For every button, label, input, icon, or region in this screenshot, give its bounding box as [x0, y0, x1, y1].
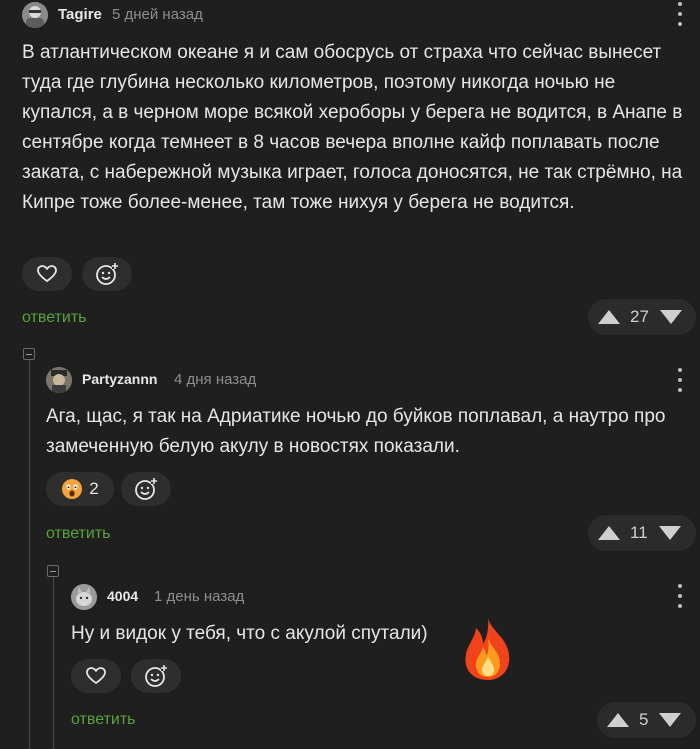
- heart-icon: [37, 265, 57, 283]
- collapse-thread-button[interactable]: [47, 565, 59, 577]
- downvote-arrow-icon[interactable]: [659, 309, 683, 325]
- thread-line: [53, 572, 54, 749]
- reaction-button[interactable]: [22, 257, 72, 291]
- add-reaction-button[interactable]: [82, 257, 132, 291]
- rating-control: 5: [597, 702, 696, 738]
- comment-time: 5 дней назад: [112, 6, 203, 23]
- add-emoji-icon: [96, 263, 118, 285]
- rating-value: 27: [630, 307, 649, 326]
- comment-time: 4 дня назад: [174, 371, 257, 388]
- comment-text: В атлантическом океане я и сам обосрусь …: [22, 42, 683, 213]
- reply-link[interactable]: ответить: [22, 309, 87, 327]
- reply-link[interactable]: ответить: [46, 525, 111, 543]
- rating-value: 11: [630, 523, 648, 542]
- more-options-icon[interactable]: [677, 584, 683, 608]
- fire-emoji-icon: [465, 618, 510, 680]
- thread-line: [29, 356, 30, 749]
- avatar[interactable]: [22, 2, 48, 28]
- avatar[interactable]: [71, 584, 97, 610]
- downvote-arrow-icon[interactable]: [658, 525, 682, 541]
- rating-value: 5: [639, 710, 649, 729]
- more-options-icon[interactable]: [677, 368, 683, 392]
- comment-text: Ага, щас, я так на Адриатике ночью до бу…: [46, 406, 666, 457]
- add-reaction-button[interactable]: [121, 472, 171, 506]
- add-reaction-button[interactable]: [131, 659, 181, 693]
- rating-control: 11: [588, 515, 696, 551]
- scared-face-icon: [62, 479, 83, 499]
- more-options-icon[interactable]: [677, 2, 683, 26]
- rating-control: 27: [588, 299, 696, 335]
- comment-time: 1 день назад: [154, 588, 245, 605]
- upvote-arrow-icon[interactable]: [597, 525, 621, 541]
- add-emoji-icon: [135, 478, 157, 500]
- add-emoji-icon: [145, 665, 167, 687]
- comment-author[interactable]: Partyzannn: [82, 371, 157, 387]
- comment-author[interactable]: 4004: [107, 588, 138, 604]
- avatar[interactable]: [46, 367, 72, 393]
- reaction-button[interactable]: [71, 659, 121, 693]
- upvote-arrow-icon[interactable]: [597, 309, 621, 325]
- reaction-count: 2: [89, 479, 99, 498]
- downvote-arrow-icon[interactable]: [658, 712, 682, 728]
- upvote-arrow-icon[interactable]: [606, 712, 630, 728]
- comment-text: Ну и видок у тебя, что с акулой спутали): [71, 623, 428, 644]
- comment-author[interactable]: Tagire: [58, 6, 102, 23]
- reaction-button[interactable]: 2: [46, 472, 114, 506]
- collapse-thread-button[interactable]: [23, 348, 35, 360]
- reply-link[interactable]: ответить: [71, 711, 136, 729]
- heart-icon: [86, 667, 106, 685]
